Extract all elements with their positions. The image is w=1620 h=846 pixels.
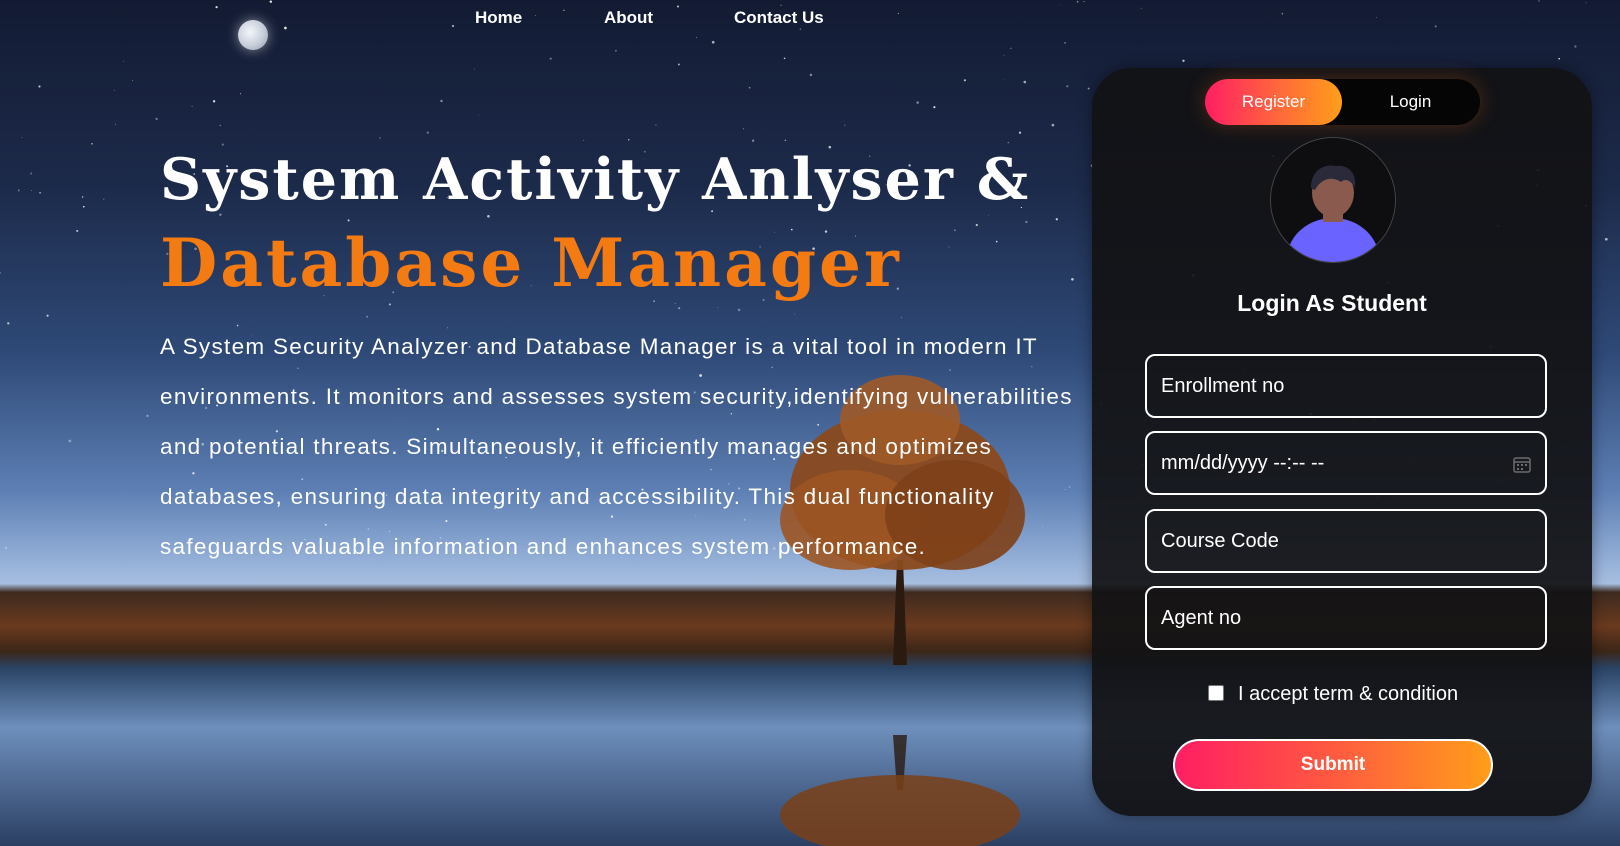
terms-label: I accept term & condition (1238, 683, 1459, 705)
hero-description: A System Security Analyzer and Database … (160, 334, 1073, 559)
calendar-icon[interactable] (1513, 455, 1531, 473)
enrollment-field-wrapper (1145, 354, 1547, 418)
enrollment-input[interactable] (1147, 356, 1545, 416)
auth-tab-toggle: Register Login (1205, 79, 1480, 125)
agent-no-input[interactable] (1147, 588, 1545, 648)
agent-no-field-wrapper (1145, 586, 1547, 650)
user-avatar-icon (1270, 137, 1396, 263)
auth-card: Register Login Login As Student I a (1092, 68, 1592, 816)
tab-register[interactable]: Register (1205, 79, 1342, 125)
nav-about-link[interactable]: About (604, 8, 653, 28)
card-title: Login As Student (1237, 290, 1427, 316)
hero-title-line2: Database Manager (160, 224, 902, 302)
nav-home-link[interactable]: Home (475, 8, 522, 28)
hero-title-line1: System Activity Anlyser & (160, 146, 1031, 213)
course-code-field-wrapper (1145, 509, 1547, 573)
course-code-input[interactable] (1147, 511, 1545, 571)
datetime-field-wrapper (1145, 431, 1547, 495)
datetime-input[interactable] (1147, 433, 1545, 493)
submit-button[interactable]: Submit (1173, 739, 1493, 791)
terms-checkbox[interactable] (1208, 685, 1224, 701)
tab-login[interactable]: Login (1342, 79, 1479, 125)
top-navigation: Home About Contact Us (0, 6, 1620, 30)
nav-contact-link[interactable]: Contact Us (734, 8, 824, 28)
